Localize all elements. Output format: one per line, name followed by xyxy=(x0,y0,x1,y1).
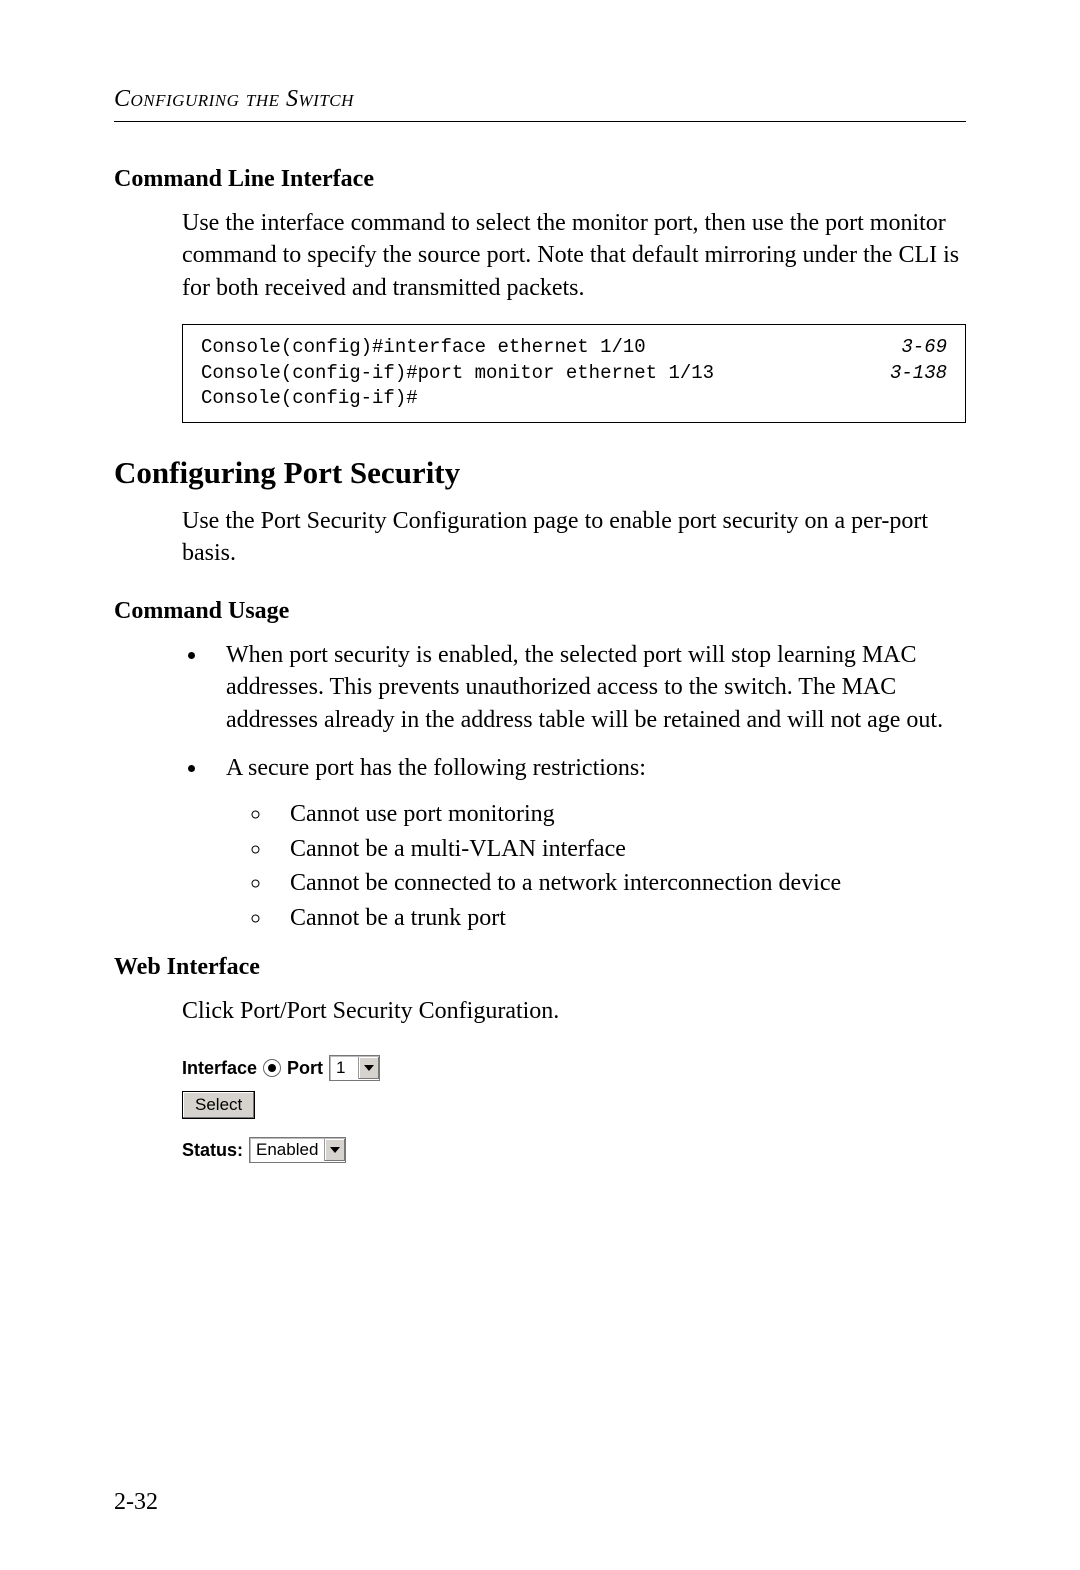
cli-line-2: Console(config-if)#port monitor ethernet… xyxy=(201,361,714,387)
restriction-2: Cannot be a multi-VLAN interface xyxy=(272,833,966,865)
running-head: Configuring the Switch xyxy=(114,86,966,113)
cli-code-box: Console(config)#interface ethernet 1/10 3… xyxy=(182,324,966,423)
restriction-1: Cannot use port monitoring xyxy=(272,798,966,830)
restriction-4: Cannot be a trunk port xyxy=(272,902,966,934)
chevron-down-icon[interactable] xyxy=(358,1057,379,1079)
cli-ref-2: 3-138 xyxy=(890,361,947,387)
port-dropdown-value: 1 xyxy=(330,1058,358,1078)
status-dropdown[interactable]: Enabled xyxy=(249,1137,346,1163)
heading-port-security: Configuring Port Security xyxy=(114,455,966,491)
radio-dot-icon xyxy=(268,1064,276,1072)
cli-line-3: Console(config-if)# xyxy=(201,386,418,412)
header-rule xyxy=(114,121,966,122)
select-button[interactable]: Select xyxy=(182,1091,255,1119)
port-dropdown[interactable]: 1 xyxy=(329,1055,380,1081)
cli-ref-1: 3-69 xyxy=(901,335,947,361)
web-ui-screenshot: Interface Port 1 Select Status: Enabled xyxy=(182,1055,966,1163)
page-number: 2-32 xyxy=(114,1489,158,1516)
paragraph-cli-intro: Use the interface command to select the … xyxy=(182,207,966,304)
status-dropdown-value: Enabled xyxy=(250,1140,324,1160)
usage-bullet-2-text: A secure port has the following restrict… xyxy=(226,755,646,781)
restriction-3: Cannot be connected to a network interco… xyxy=(272,867,966,899)
port-label: Port xyxy=(287,1058,323,1079)
interface-label: Interface xyxy=(182,1058,257,1079)
chevron-down-icon[interactable] xyxy=(324,1139,345,1161)
cli-line-1: Console(config)#interface ethernet 1/10 xyxy=(201,335,646,361)
paragraph-web-interface: Click Port/Port Security Configuration. xyxy=(182,995,966,1027)
usage-bullet-1: When port security is enabled, the selec… xyxy=(208,639,966,736)
heading-cli: Command Line Interface xyxy=(114,166,966,193)
port-radio[interactable] xyxy=(263,1059,281,1077)
usage-bullet-2: A secure port has the following restrict… xyxy=(208,752,966,934)
status-label: Status: xyxy=(182,1140,243,1161)
paragraph-port-security-intro: Use the Port Security Configuration page… xyxy=(182,505,966,570)
heading-command-usage: Command Usage xyxy=(114,598,966,625)
heading-web-interface: Web Interface xyxy=(114,954,966,981)
